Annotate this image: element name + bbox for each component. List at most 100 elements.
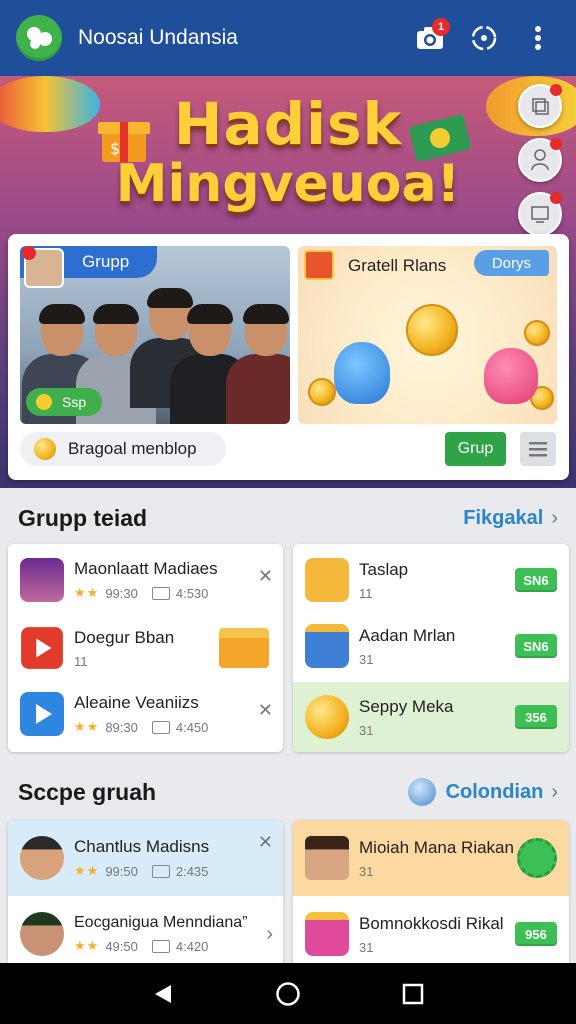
list-icon [529,442,547,457]
promo-badge[interactable]: Dorys [473,250,549,276]
list-menu-button[interactable] [520,432,556,466]
coin-icon [524,320,550,346]
item-title: Seppy Meka [359,696,454,716]
hero-headline-line1: Hadisk [173,90,403,158]
item-title: Aleaine Veaniizs [74,693,199,712]
star-rating-icon: ★★ [74,585,100,600]
brand-pill[interactable]: Bragoal menblop [20,432,226,466]
section2-link[interactable]: Colondian › [407,778,558,806]
side-action-user-button[interactable] [518,138,562,182]
list-item[interactable]: Maonlaatt Madiaes ★★ 99:30 4:530 ✕ [8,554,283,606]
sync-button[interactable] [462,16,506,60]
system-nav-bar [0,963,576,1024]
item-title: Bomnokkosdi Rikal [359,913,504,933]
side-action-copy-button[interactable] [518,84,562,128]
section1-right-card: Taslap 11 SN6 Aadan Mrlan 31 SN6 Seppy M… [293,544,569,752]
group-photo[interactable]: Grupp Ssp [20,246,290,424]
home-icon [276,981,300,1006]
side-badge [550,84,562,96]
sync-icon [471,25,497,51]
close-icon[interactable]: ✕ [258,566,273,587]
app-bar: Noosai Undansia 1 [0,0,576,76]
group-tag-label: Grupp [82,252,130,271]
item-badge[interactable]: SN6 [515,634,557,658]
item-title: Chantlus Madisns [74,837,210,856]
back-button[interactable] [143,974,183,1014]
screen-icon [531,206,549,223]
calendar-icon [151,720,170,734]
chevron-right-icon: › [551,780,558,803]
gift-box-icon [305,624,349,668]
section1-title: Grupp teiad [18,504,148,531]
close-icon[interactable]: ✕ [258,832,273,853]
list-item-highlighted[interactable]: Mioiah Mana Riakan 31 [293,820,569,896]
app-logo-icon[interactable] [16,15,62,61]
verified-badge-icon [517,838,557,878]
item-title: Mioiah Mana Riakan [359,837,514,857]
item-badge[interactable]: SN6 [515,568,557,592]
list-item-highlighted[interactable]: Chantlus Madisns ★★ 99:50 2:435 ✕ [8,820,283,896]
list-item[interactable]: Aadan Mrlan 31 SN6 [293,620,569,672]
list-item[interactable]: Doegur Bban 11 [8,622,283,674]
copy-icon [532,98,549,115]
astronaut-icon [407,778,436,806]
item-badge[interactable]: 356 [515,705,557,729]
group-tag[interactable]: Grupp [20,246,158,288]
more-menu-button[interactable] [516,16,560,60]
pink-mascot-icon [484,348,538,404]
item-title: Doegur Bban [74,627,175,647]
item-title: Taslap [359,559,409,579]
avatar [22,246,64,288]
side-action-screen-button[interactable] [518,192,562,236]
item-badge[interactable]: 956 [515,922,557,946]
list-item[interactable]: Aleaine Veaniizs ★★ 89:30 4:450 ✕ [8,688,283,740]
promo-calendar-icon [304,250,334,280]
avatar [305,836,349,880]
group-pill[interactable]: Ssp [26,388,103,416]
user-icon [531,149,549,171]
grup-button[interactable]: Grup [445,432,506,466]
group-pill-label: Ssp [62,394,87,410]
notification-badge: 1 [432,18,450,36]
side-badge [550,138,562,150]
play-icon [20,692,64,736]
avatar [20,836,64,880]
item-title: Eocganigua Menndiana” [74,914,248,931]
section1-left-card: Maonlaatt Madiaes ★★ 99:30 4:530 ✕ Doegur … [8,544,283,752]
coin-icon [406,304,458,356]
coin-icon [305,695,349,739]
back-icon [154,984,171,1003]
star-rating-icon: ★★ [74,863,100,878]
item-title: Aadan Mrlan [359,625,456,645]
list-item[interactable]: Taslap 11 SN6 [293,554,569,606]
play-icon [21,627,63,669]
chevron-right-icon[interactable]: › [266,923,273,946]
more-vert-icon [535,26,541,50]
list-item-highlighted[interactable]: Seppy Meka 31 356 [293,682,569,752]
section1-header: Grupp teiad Fikgakal › [18,498,558,538]
hero-card: Grupp Ssp Gratell Rlans Dorys Bragoal me… [8,234,569,480]
gift-box-icon [305,912,349,956]
calendar-icon [151,586,170,600]
recents-button[interactable] [393,974,433,1014]
list-item[interactable]: Bomnokkosdi Rikal 31 956 [293,904,569,964]
promo-title: Gratell Rlans [348,256,447,275]
section1-link[interactable]: Fikgakal › [463,507,558,530]
section2-left-card: Chantlus Madisns ★★ 99:50 2:435 ✕ Eocganig… [8,820,283,970]
star-box-icon [305,558,349,602]
home-button[interactable] [268,974,308,1014]
calendar-icon [151,864,170,878]
section2-header: Sccpe gruah Colondian › [18,772,558,812]
calendar-icon [151,939,170,953]
hero-banner[interactable]: $ Hadisk Mingveuoa! Grupp Ssp Gratell Rl… [0,76,576,488]
camera-button[interactable]: 1 [408,16,452,60]
person-figure [226,304,290,424]
close-icon[interactable]: ✕ [258,700,273,721]
app-title: Noosai Undansia [78,26,238,49]
promo-panel[interactable]: Gratell Rlans Dorys [298,246,557,424]
side-badge [550,192,562,204]
gift-box-icon [219,628,269,668]
hero-headline-line2: Mingveuoa! [115,154,461,214]
list-item[interactable]: Eocganigua Menndiana” ★★ 49:50 4:420 › [8,904,283,964]
avatar [20,912,64,956]
